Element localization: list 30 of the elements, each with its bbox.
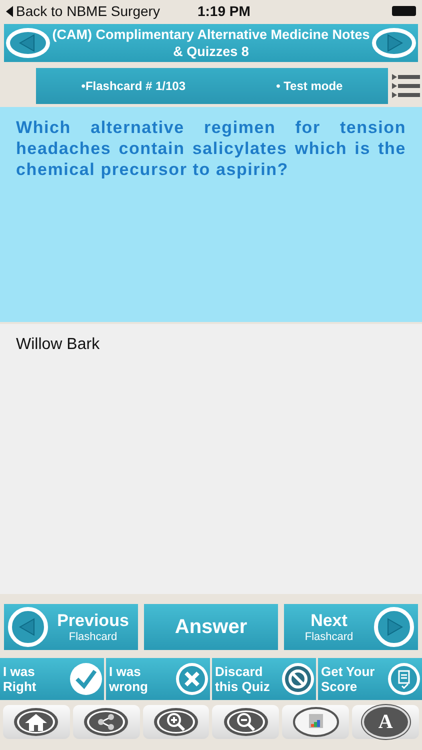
next-button[interactable]: Next Flashcard	[284, 604, 418, 650]
prohibited-icon	[284, 665, 312, 693]
next-quiz-button[interactable]	[372, 28, 416, 58]
checklist-icon	[390, 665, 418, 693]
mode-label: • Test mode	[276, 79, 343, 93]
answer-button[interactable]: Answer	[144, 604, 278, 650]
discard-button[interactable]: Discard this Quiz	[212, 658, 316, 700]
score-button[interactable]: Get Your Score	[318, 658, 422, 700]
toolbar-button[interactable]	[72, 705, 140, 739]
toolbar-button[interactable]	[142, 705, 210, 739]
menu-icon[interactable]	[392, 71, 420, 101]
toolbar-button[interactable]	[3, 705, 70, 739]
back-arrow-icon	[6, 6, 13, 16]
toolbar-button[interactable]	[212, 705, 280, 739]
back-link[interactable]: Back to NBME Surgery	[16, 3, 160, 19]
right-button[interactable]: I was Right	[0, 658, 104, 700]
flashcard-counter: •Flashcard # 1/103	[81, 79, 186, 93]
status-time: 1:19 PM	[196, 3, 252, 19]
previous-button[interactable]: Previous Flashcard	[4, 604, 138, 650]
close-icon	[178, 665, 206, 693]
answer-text: Willow Bark	[16, 336, 100, 353]
app-title: (CAM) Complimentary Alternative Medicine Notes & Quizzes 8	[52, 26, 370, 60]
check-icon	[74, 667, 98, 691]
battery-icon	[392, 6, 416, 16]
font-icon: A	[362, 705, 410, 739]
toolbar-button[interactable]	[282, 705, 350, 739]
previous-quiz-button[interactable]	[6, 28, 50, 58]
toolbar-button[interactable]: A	[352, 705, 419, 739]
wrong-button[interactable]: I was wrong	[106, 658, 210, 700]
question-text: Which alternative regimen for tension headaches contain salicylates which is the chemical precursor to aspirin?	[0, 107, 422, 322]
